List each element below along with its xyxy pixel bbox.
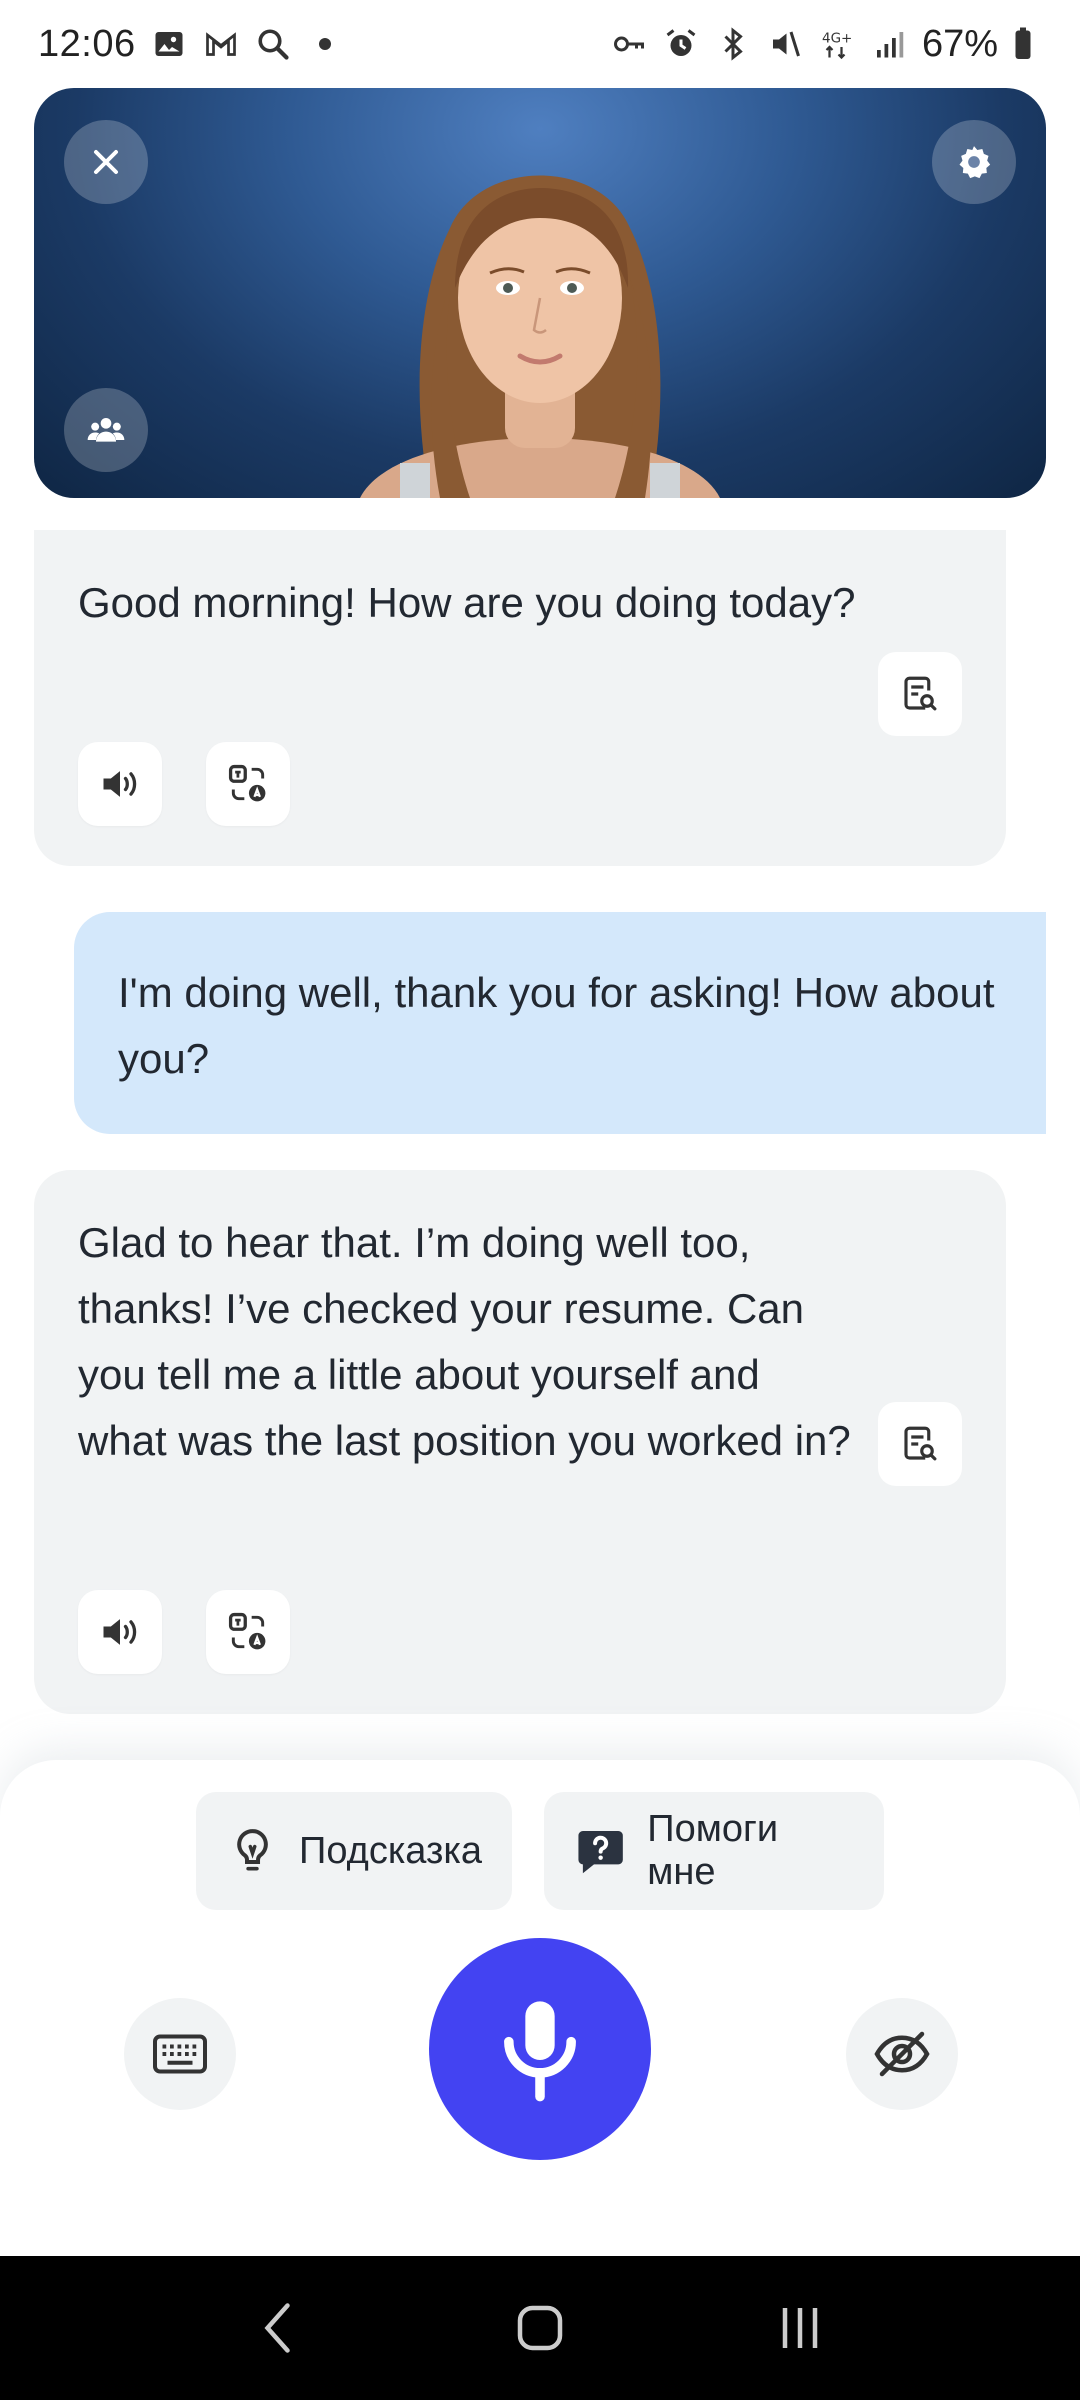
hide-text-button[interactable] xyxy=(846,1998,958,2110)
bluetooth-icon xyxy=(714,25,752,63)
gmail-icon xyxy=(202,25,240,63)
battery: 67% xyxy=(922,23,1042,66)
play-audio-button[interactable] xyxy=(78,1590,162,1674)
alarm-icon xyxy=(662,25,700,63)
recents-button[interactable] xyxy=(750,2278,850,2378)
help-label: Помоги мне xyxy=(647,1808,779,1893)
keyboard-icon xyxy=(153,2034,207,2074)
play-audio-button[interactable] xyxy=(78,742,162,826)
message-tools xyxy=(78,742,290,826)
translate-button[interactable] xyxy=(206,742,290,826)
search-icon xyxy=(254,25,292,63)
translate-button[interactable] xyxy=(206,1590,290,1674)
translate-icon xyxy=(228,1612,266,1650)
people-icon xyxy=(87,418,125,442)
mute-icon xyxy=(766,25,804,63)
message-text: Glad to hear that. I’m doing well too, t… xyxy=(78,1219,851,1464)
assistant-message: Good morning! How are you doing today? xyxy=(34,530,1006,866)
hint-label: Подсказка xyxy=(299,1829,482,1872)
gear-icon xyxy=(959,146,991,179)
message-tools xyxy=(78,1590,290,1674)
microphone-button[interactable] xyxy=(429,1938,651,2160)
home-button[interactable] xyxy=(490,2278,590,2378)
video-card xyxy=(34,88,1046,498)
home-icon xyxy=(517,2305,563,2351)
key-icon xyxy=(610,25,648,63)
microphone-icon xyxy=(504,2001,576,2102)
hint-button[interactable]: Подсказка xyxy=(196,1792,512,1910)
close-icon xyxy=(94,150,118,174)
status-right: 4G+ 67% xyxy=(610,23,1042,66)
signal-icon xyxy=(870,25,908,63)
assistant-message: Glad to hear that. I’m doing well too, t… xyxy=(34,1170,1006,1714)
dot-icon xyxy=(306,25,344,63)
back-chevron-icon xyxy=(264,2303,290,2353)
4g-icon: 4G+ xyxy=(818,25,856,63)
back-button[interactable] xyxy=(230,2278,330,2378)
document-search-icon xyxy=(904,1426,937,1461)
speaker-icon xyxy=(103,771,137,797)
svg-text:4G+: 4G+ xyxy=(822,31,852,47)
status-bar: 12:06 4G+ 67% xyxy=(0,0,1080,88)
question-bubble-icon xyxy=(578,1831,623,1874)
eye-off-icon xyxy=(874,2031,930,2077)
battery-icon xyxy=(1004,25,1042,63)
translate-icon xyxy=(228,764,266,802)
recents-icon xyxy=(782,2308,818,2348)
keyboard-button[interactable] xyxy=(124,1998,236,2110)
view-transcript-button[interactable] xyxy=(878,652,962,736)
view-transcript-button[interactable] xyxy=(878,1402,962,1486)
document-search-icon xyxy=(904,676,937,711)
image-icon xyxy=(150,25,188,63)
status-left: 12:06 xyxy=(38,23,344,66)
status-time: 12:06 xyxy=(38,22,136,65)
message-text: Good morning! How are you doing today? xyxy=(78,579,856,626)
interviewer-avatar xyxy=(360,175,720,498)
bottom-panel: Подсказка Помоги мне xyxy=(0,1760,1080,2256)
message-text: I'm doing well, thank you for asking! Ho… xyxy=(118,969,995,1082)
speaker-icon xyxy=(103,1619,137,1645)
help-button[interactable]: Помоги мне xyxy=(544,1792,884,1910)
participants-button[interactable] xyxy=(64,388,148,472)
lightbulb-icon xyxy=(237,1829,268,1871)
user-message: I'm doing well, thank you for asking! Ho… xyxy=(74,912,1046,1134)
battery-level: 67% xyxy=(921,22,998,65)
navigation-bar xyxy=(0,2256,1080,2400)
close-button[interactable] xyxy=(64,120,148,204)
settings-button[interactable] xyxy=(932,120,1016,204)
